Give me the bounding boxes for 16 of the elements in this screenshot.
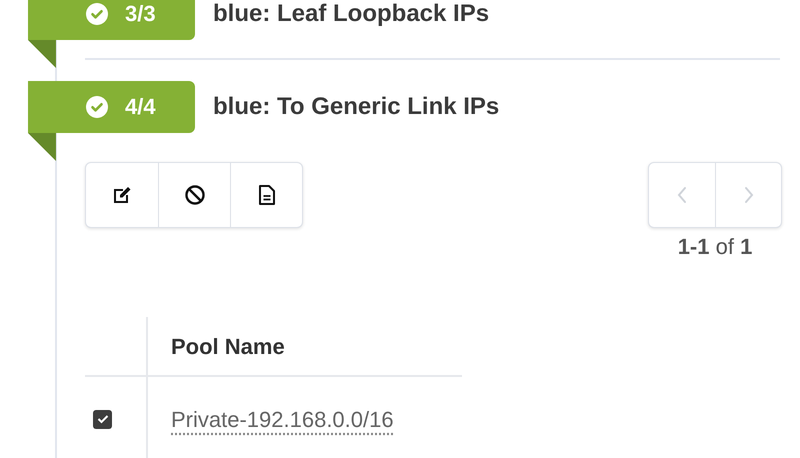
column-header: Pool Name — [170, 332, 285, 360]
document-icon — [258, 184, 276, 206]
checkmark-icon — [96, 414, 108, 424]
prohibited-icon — [184, 184, 206, 206]
step-count: 3/3 — [125, 3, 156, 25]
ribbon-fold — [28, 133, 56, 161]
step-count: 4/4 — [125, 96, 156, 118]
ribbon-fold — [28, 40, 56, 68]
check-circle-icon — [86, 96, 108, 118]
section-title: blue: To Generic Link IPs — [213, 92, 500, 122]
section-title: blue: Leaf Loopback IPs — [213, 0, 490, 29]
check-circle-icon — [86, 3, 108, 25]
page-summary: 1-1 of 1 — [678, 233, 752, 261]
edit-icon — [111, 184, 133, 206]
row-checkbox[interactable] — [93, 410, 112, 428]
pool-name-link[interactable]: Private-192.168.0.0/16 — [171, 402, 394, 436]
